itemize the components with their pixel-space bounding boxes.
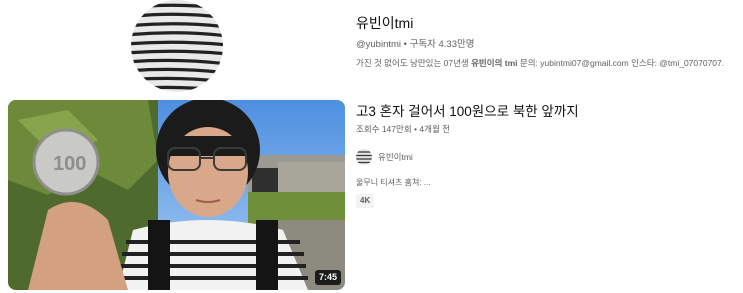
video-title[interactable]: 고3 혼자 걸어서 100원으로 북한 앞까지 xyxy=(356,103,736,120)
striped-avatar-icon xyxy=(356,149,372,165)
channel-description-suffix: 문의: yubintmi07@gmail.com 인스타: @tmi_07070… xyxy=(517,58,725,68)
video-duration-badge: 7:45 xyxy=(314,270,341,285)
svg-text:100: 100 xyxy=(53,153,86,175)
subscriber-count: 구독자 4.33만명 xyxy=(409,39,475,50)
channel-description-bold: 유빈이의 tmi xyxy=(471,58,518,68)
meta-separator: • xyxy=(403,39,407,50)
channel-meta: @yubintmi • 구독자 4.33만명 xyxy=(356,39,736,51)
video-description-snippet: 울무니 티셔츠 훔쳐: ... xyxy=(356,178,431,187)
meta-separator: • xyxy=(414,124,418,134)
channel-avatar[interactable] xyxy=(131,0,223,92)
channel-handle: @yubintmi xyxy=(356,39,402,50)
channel-description-prefix: 가진 것 없어도 낭만있는 07년생 xyxy=(356,58,472,68)
channel-name[interactable]: 유빈이tmi xyxy=(356,14,736,32)
video-result[interactable]: 100 7:45 고3 혼자 걸어서 100원으로 북한 앞까지 조회수 147… xyxy=(0,100,743,292)
video-channel-avatar[interactable] xyxy=(356,149,372,165)
video-thumbnail[interactable]: 100 7:45 xyxy=(8,100,345,290)
channel-result[interactable]: 유빈이tmi @yubintmi • 구독자 4.33만명 가진 것 없어도 낭… xyxy=(0,0,743,96)
video-channel-link[interactable]: 유빈이tmi xyxy=(356,149,736,165)
view-count: 조회수 147만회 xyxy=(356,124,412,134)
video-info: 고3 혼자 걸어서 100원으로 북한 앞까지 조회수 147만회 • 4개월 … xyxy=(356,103,736,208)
striped-shirt-avatar-image xyxy=(131,0,223,92)
quality-badge: 4K xyxy=(356,194,375,208)
video-channel-name[interactable]: 유빈이tmi xyxy=(378,151,413,163)
video-meta: 조회수 147만회 • 4개월 전 xyxy=(356,124,736,135)
channel-info: 유빈이tmi @yubintmi • 구독자 4.33만명 가진 것 없어도 낭… xyxy=(356,14,736,69)
channel-description: 가진 것 없어도 낭만있는 07년생 유빈이의 tmi 문의: yubintmi… xyxy=(356,57,736,69)
thumbnail-image: 100 xyxy=(8,100,345,290)
upload-age: 4개월 전 xyxy=(419,124,450,134)
